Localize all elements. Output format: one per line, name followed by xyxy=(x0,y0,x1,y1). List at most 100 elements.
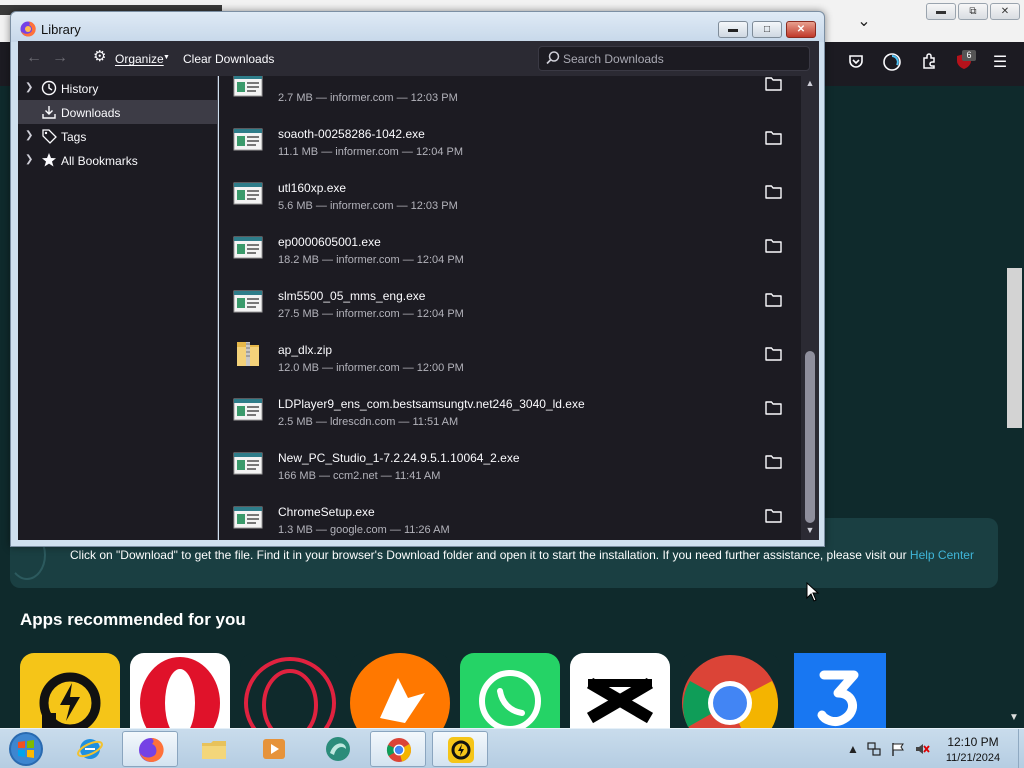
close-button[interactable]: ✕ xyxy=(990,3,1020,20)
chrome-app-icon[interactable] xyxy=(680,653,780,728)
scroll-down-arrow-icon[interactable]: ▼ xyxy=(1008,712,1020,724)
gear-icon[interactable]: ⚙ xyxy=(93,48,111,66)
opera-gx-app-icon[interactable] xyxy=(240,653,340,728)
download-item[interactable]: soaoth-00258286-1042.exe 11.1 MB — inform… xyxy=(219,114,799,168)
setup-exe-icon xyxy=(233,288,263,314)
downloads-scrollbar[interactable]: ▲ ▼ xyxy=(801,76,819,540)
show-desktop-button[interactable] xyxy=(1018,729,1024,768)
download-item[interactable]: LDPlayer9_ens_com.bestsamsungtv.net246_3… xyxy=(219,384,799,438)
page-scrollbar-thumb[interactable] xyxy=(1007,268,1022,428)
pocket-icon[interactable] xyxy=(845,52,867,74)
opera-app-icon[interactable] xyxy=(130,653,230,728)
download-item[interactable]: utl160xp.exe 5.6 MB — informer.com — 12:0… xyxy=(219,168,799,222)
download-item[interactable]: ChromeSetup.exe 1.3 MB — google.com — 11:… xyxy=(219,492,799,540)
show-in-folder-icon[interactable] xyxy=(765,130,782,145)
clock-date[interactable]: 11/21/2024 xyxy=(930,752,1016,764)
tag-icon xyxy=(41,128,57,144)
firefox-icon xyxy=(20,21,36,37)
network-icon[interactable] xyxy=(866,741,882,757)
download-icon xyxy=(41,104,57,120)
taskbar-firefox[interactable] xyxy=(122,731,178,767)
setup-exe-icon xyxy=(233,126,263,152)
ldplayer-app-icon[interactable] xyxy=(20,653,120,728)
help-center-link[interactable]: Help Center xyxy=(910,548,974,562)
setup-exe-icon xyxy=(233,396,263,422)
extensions-icon[interactable] xyxy=(918,52,940,74)
volume-muted-icon[interactable] xyxy=(914,741,930,757)
sidebar-item-all-bookmarks[interactable]: ❯ All Bookmarks xyxy=(18,148,217,172)
start-button[interactable] xyxy=(4,730,48,768)
action-center-flag-icon[interactable] xyxy=(890,741,906,757)
show-in-folder-icon[interactable] xyxy=(765,508,782,523)
setup-exe-icon xyxy=(233,450,263,476)
library-maximize-button[interactable]: □ xyxy=(752,21,782,38)
show-in-folder-icon[interactable] xyxy=(765,454,782,469)
show-in-folder-icon[interactable] xyxy=(765,346,782,361)
app-3-icon[interactable] xyxy=(794,653,886,728)
download-details: 27.5 MB — informer.com — 12:04 PM xyxy=(278,308,464,320)
show-hidden-icons-icon[interactable]: ▲ xyxy=(845,741,861,757)
organize-button[interactable]: Organize xyxy=(115,52,164,66)
zip-folder-icon xyxy=(233,338,263,366)
taskbar-internet-explorer[interactable] xyxy=(62,731,118,767)
download-details: 2.5 MB — ldrescdn.com — 11:51 AM xyxy=(278,416,459,428)
forward-arrow-icon[interactable]: → xyxy=(49,47,71,69)
taskbar: ▲ 12:10 PM 11/21/2024 xyxy=(0,728,1024,768)
library-toolbar: ← → ⚙ Organize ▼ Clear Downloads xyxy=(18,41,819,76)
taskbar-browser-app[interactable] xyxy=(310,731,366,767)
sidebar-item-label: History xyxy=(61,82,99,96)
star-icon xyxy=(41,152,57,168)
clear-downloads-button[interactable]: Clear Downloads xyxy=(183,52,274,66)
back-arrow-icon[interactable]: ← xyxy=(23,47,45,69)
sidebar-item-history[interactable]: ❯ History xyxy=(18,76,217,100)
expand-arrow-icon[interactable]: ❯ xyxy=(25,130,33,141)
expand-arrow-icon[interactable]: ❯ xyxy=(25,82,33,93)
restore-button[interactable]: ⧉ xyxy=(958,3,988,20)
download-filename: ChromeSetup.exe xyxy=(278,505,375,519)
show-in-folder-icon[interactable] xyxy=(765,292,782,307)
download-filename: ep0000605001.exe xyxy=(278,235,381,249)
taskbar-ldplayer[interactable] xyxy=(432,731,488,767)
show-in-folder-icon[interactable] xyxy=(765,184,782,199)
sidebar-item-downloads[interactable]: Downloads xyxy=(18,100,217,124)
clock-time[interactable]: 12:10 PM xyxy=(930,735,1016,749)
menu-icon[interactable]: ☰ xyxy=(989,52,1011,74)
dropdown-arrow-icon[interactable]: ▼ xyxy=(163,54,170,61)
apps-section-title: Apps recommended for you xyxy=(20,610,246,629)
capcut-app-icon[interactable] xyxy=(570,653,670,728)
taskbar-file-explorer[interactable] xyxy=(186,731,242,767)
account-icon[interactable] xyxy=(881,52,903,74)
scroll-down-arrow-icon[interactable]: ▼ xyxy=(804,525,816,537)
download-filename: soaoth-00258286-1042.exe xyxy=(278,127,425,141)
show-in-folder-icon[interactable] xyxy=(765,400,782,415)
download-item[interactable]: slm5500_05_mms_eng.exe 27.5 MB — informer… xyxy=(219,276,799,330)
minimize-button[interactable]: ▬ xyxy=(926,3,956,20)
taskbar-media-player[interactable] xyxy=(246,731,302,767)
library-close-button[interactable]: ✕ xyxy=(786,21,816,38)
avast-app-icon[interactable] xyxy=(350,653,450,728)
chevron-down-icon[interactable]: ⌄ xyxy=(852,10,876,34)
setup-exe-icon xyxy=(233,76,263,98)
taskbar-chrome[interactable] xyxy=(370,731,426,767)
show-in-folder-icon[interactable] xyxy=(765,238,782,253)
download-item[interactable]: ap_dlx.zip 12.0 MB — informer.com — 12:00… xyxy=(219,330,799,384)
scroll-up-arrow-icon[interactable]: ▲ xyxy=(804,78,816,90)
search-input[interactable] xyxy=(563,50,803,68)
expand-arrow-icon[interactable]: ❯ xyxy=(25,154,33,165)
downloads-list: 2.7 MB — informer.com — 12:03 PM soaoth-0… xyxy=(219,76,819,540)
clock-icon xyxy=(41,80,57,96)
library-sidebar: ❯ History Downloads ❯ Tags ❯ All Bookmar… xyxy=(18,76,218,540)
sidebar-item-tags[interactable]: ❯ Tags xyxy=(18,124,217,148)
download-item[interactable]: ep0000605001.exe 18.2 MB — informer.com —… xyxy=(219,222,799,276)
library-minimize-button[interactable]: ▬ xyxy=(718,21,748,38)
mouse-cursor-icon xyxy=(806,581,820,602)
download-details: 166 MB — ccm2.net — 11:41 AM xyxy=(278,470,441,482)
downloads-scrollbar-thumb[interactable] xyxy=(805,351,815,523)
whatsapp-app-icon[interactable] xyxy=(460,653,560,728)
download-item[interactable]: New_PC_Studio_1-7.2.24.9.5.1.10064_2.exe… xyxy=(219,438,799,492)
search-box[interactable] xyxy=(538,46,810,71)
download-details: 2.7 MB — informer.com — 12:03 PM xyxy=(278,92,458,104)
library-titlebar[interactable]: Library ▬ □ ✕ xyxy=(11,12,824,42)
download-item[interactable]: 2.7 MB — informer.com — 12:03 PM xyxy=(219,76,799,114)
show-in-folder-icon[interactable] xyxy=(765,76,782,91)
